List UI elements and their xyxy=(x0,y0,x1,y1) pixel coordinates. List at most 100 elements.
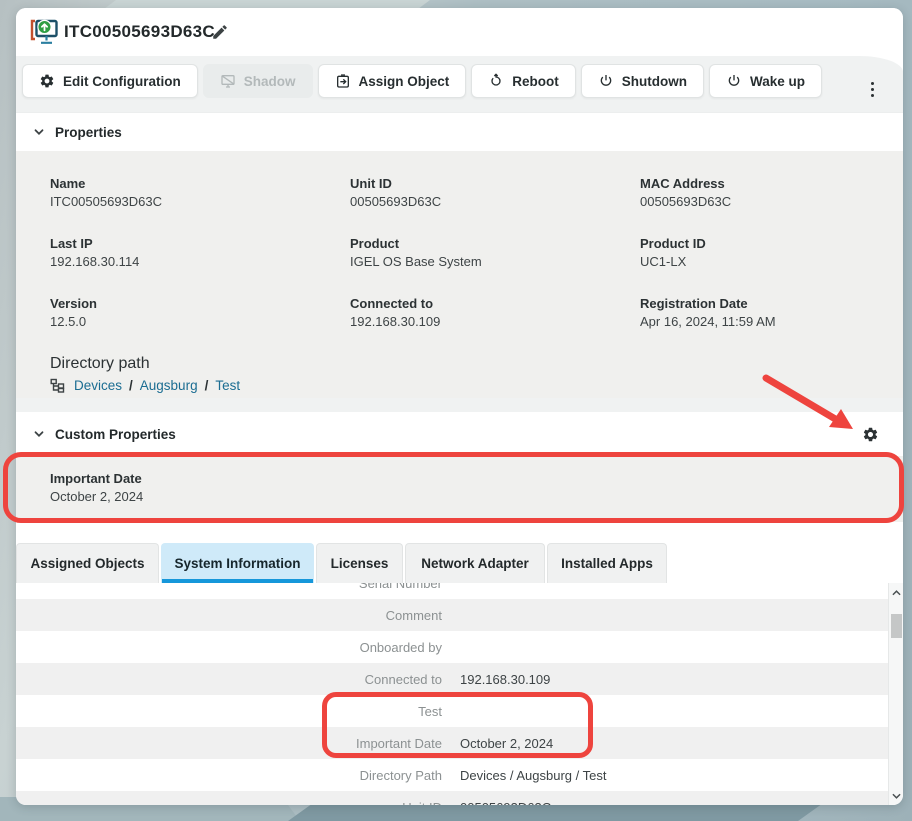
table-row: Onboarded by xyxy=(16,631,888,663)
custom-properties-gear-icon[interactable] xyxy=(862,426,879,443)
edit-configuration-button[interactable]: Edit Configuration xyxy=(22,64,198,98)
field-value: ITC00505693D63C xyxy=(50,194,350,209)
gear-icon xyxy=(39,73,55,89)
power-icon xyxy=(726,73,742,89)
reboot-button[interactable]: Reboot xyxy=(471,64,576,98)
chevron-down-icon xyxy=(33,126,45,138)
monitor-slash-icon xyxy=(220,73,236,89)
property-field: MAC Address 00505693D63C xyxy=(640,176,903,209)
section-divider xyxy=(16,398,903,412)
assign-object-label: Assign Object xyxy=(359,74,450,89)
property-field: Registration Date Apr 16, 2024, 11:59 AM xyxy=(640,296,903,329)
shadow-button: Shadow xyxy=(203,64,313,98)
reboot-icon xyxy=(488,73,504,89)
field-label: Product xyxy=(350,236,640,251)
field-label: Name xyxy=(50,176,350,191)
property-field: Name ITC00505693D63C xyxy=(50,176,350,209)
property-field: Version 12.5.0 xyxy=(50,296,350,329)
field-label: Unit ID xyxy=(350,176,640,191)
row-label: Comment xyxy=(16,608,442,623)
property-field: Last IP 192.168.30.114 xyxy=(50,236,350,269)
toolbar: Edit Configuration Shadow Assign Object … xyxy=(22,64,822,98)
shutdown-label: Shutdown xyxy=(622,74,687,89)
reboot-label: Reboot xyxy=(512,74,559,89)
breadcrumb-separator: / xyxy=(129,378,133,393)
field-value: 192.168.30.114 xyxy=(50,254,350,269)
field-value: Apr 16, 2024, 11:59 AM xyxy=(640,314,903,329)
row-value: October 2, 2024 xyxy=(460,736,553,751)
device-header: ITC00505693D63C xyxy=(16,8,903,56)
field-value: UC1-LX xyxy=(640,254,903,269)
page-title: ITC00505693D63C xyxy=(64,22,215,42)
breadcrumb-separator: / xyxy=(205,378,209,393)
tab-system-information[interactable]: System Information xyxy=(161,543,314,583)
shutdown-button[interactable]: Shutdown xyxy=(581,64,704,98)
row-label: Serial Number xyxy=(16,583,442,591)
custom-property-field: Important Date October 2, 2024 xyxy=(50,471,903,504)
properties-panel: Name ITC00505693D63C Unit ID 00505693D63… xyxy=(16,151,903,398)
more-actions-kebab-icon[interactable] xyxy=(863,76,881,102)
assign-object-button[interactable]: Assign Object xyxy=(318,64,467,98)
table-row: Connected to 192.168.30.109 xyxy=(16,663,888,695)
field-label: Version xyxy=(50,296,350,311)
device-detail-card: ITC00505693D63C Edit Configuration Shado… xyxy=(16,8,903,805)
field-label: Connected to xyxy=(350,296,640,311)
table-row: Serial Number xyxy=(16,583,888,599)
field-value: IGEL OS Base System xyxy=(350,254,640,269)
breadcrumb-augsburg[interactable]: Augsburg xyxy=(140,378,198,393)
field-label: Important Date xyxy=(50,471,903,486)
row-label: Important Date xyxy=(16,736,442,751)
tab-network-adapter[interactable]: Network Adapter xyxy=(405,543,545,583)
row-label: Test xyxy=(16,704,442,719)
row-value: 192.168.30.109 xyxy=(460,672,550,687)
field-value: 12.5.0 xyxy=(50,314,350,329)
table-row: Comment xyxy=(16,599,888,631)
custom-properties-section-header[interactable]: Custom Properties xyxy=(16,412,903,456)
table-row: Directory Path Devices / Augsburg / Test xyxy=(16,759,888,791)
property-field: Product ID UC1-LX xyxy=(640,236,903,269)
wake-up-label: Wake up xyxy=(750,74,805,89)
tab-assigned-objects[interactable]: Assigned Objects xyxy=(16,543,159,583)
edit-name-pencil-icon[interactable] xyxy=(211,23,229,41)
detail-tabs: Assigned Objects System Information Lice… xyxy=(16,543,667,583)
row-label: Directory Path xyxy=(16,768,442,783)
table-scrollbar[interactable] xyxy=(888,583,903,805)
field-label: Product ID xyxy=(640,236,903,251)
property-field: Unit ID 00505693D63C xyxy=(350,176,640,209)
row-label: Unit ID xyxy=(16,800,442,806)
scroll-up-arrow-icon[interactable] xyxy=(889,585,903,600)
directory-path: Directory path Devices / Augsburg / Test xyxy=(50,355,903,393)
edit-configuration-label: Edit Configuration xyxy=(63,74,181,89)
directory-path-label: Directory path xyxy=(50,355,903,373)
table-row: Test xyxy=(16,695,888,727)
wake-up-button[interactable]: Wake up xyxy=(709,64,822,98)
scroll-down-arrow-icon[interactable] xyxy=(889,788,903,803)
properties-title: Properties xyxy=(55,125,122,140)
field-label: MAC Address xyxy=(640,176,903,191)
custom-properties-panel: Important Date October 2, 2024 xyxy=(16,456,903,522)
tab-licenses[interactable]: Licenses xyxy=(316,543,403,583)
power-icon xyxy=(598,73,614,89)
table-row: Important Date October 2, 2024 xyxy=(16,727,888,759)
row-label: Onboarded by xyxy=(16,640,442,655)
field-value: October 2, 2024 xyxy=(50,489,903,504)
assign-box-icon xyxy=(335,73,351,89)
breadcrumb-devices[interactable]: Devices xyxy=(74,378,122,393)
field-value: 00505693D63C xyxy=(640,194,903,209)
custom-properties-title: Custom Properties xyxy=(55,427,176,442)
properties-section-header[interactable]: Properties xyxy=(16,112,903,151)
breadcrumb-test[interactable]: Test xyxy=(215,378,240,393)
tab-installed-apps[interactable]: Installed Apps xyxy=(547,543,667,583)
row-value: 00505693D63C xyxy=(460,800,551,806)
scrollbar-thumb[interactable] xyxy=(891,614,902,638)
system-information-table: Serial Number Comment Onboarded by Conne… xyxy=(16,583,888,805)
field-label: Registration Date xyxy=(640,296,903,311)
table-row: Unit ID 00505693D63C xyxy=(16,791,888,805)
shadow-label: Shadow xyxy=(244,74,296,89)
property-field: Product IGEL OS Base System xyxy=(350,236,640,269)
row-label: Connected to xyxy=(16,672,442,687)
device-monitor-icon xyxy=(29,18,59,46)
row-value: Devices / Augsburg / Test xyxy=(460,768,606,783)
field-value: 192.168.30.109 xyxy=(350,314,640,329)
property-field: Connected to 192.168.30.109 xyxy=(350,296,640,329)
